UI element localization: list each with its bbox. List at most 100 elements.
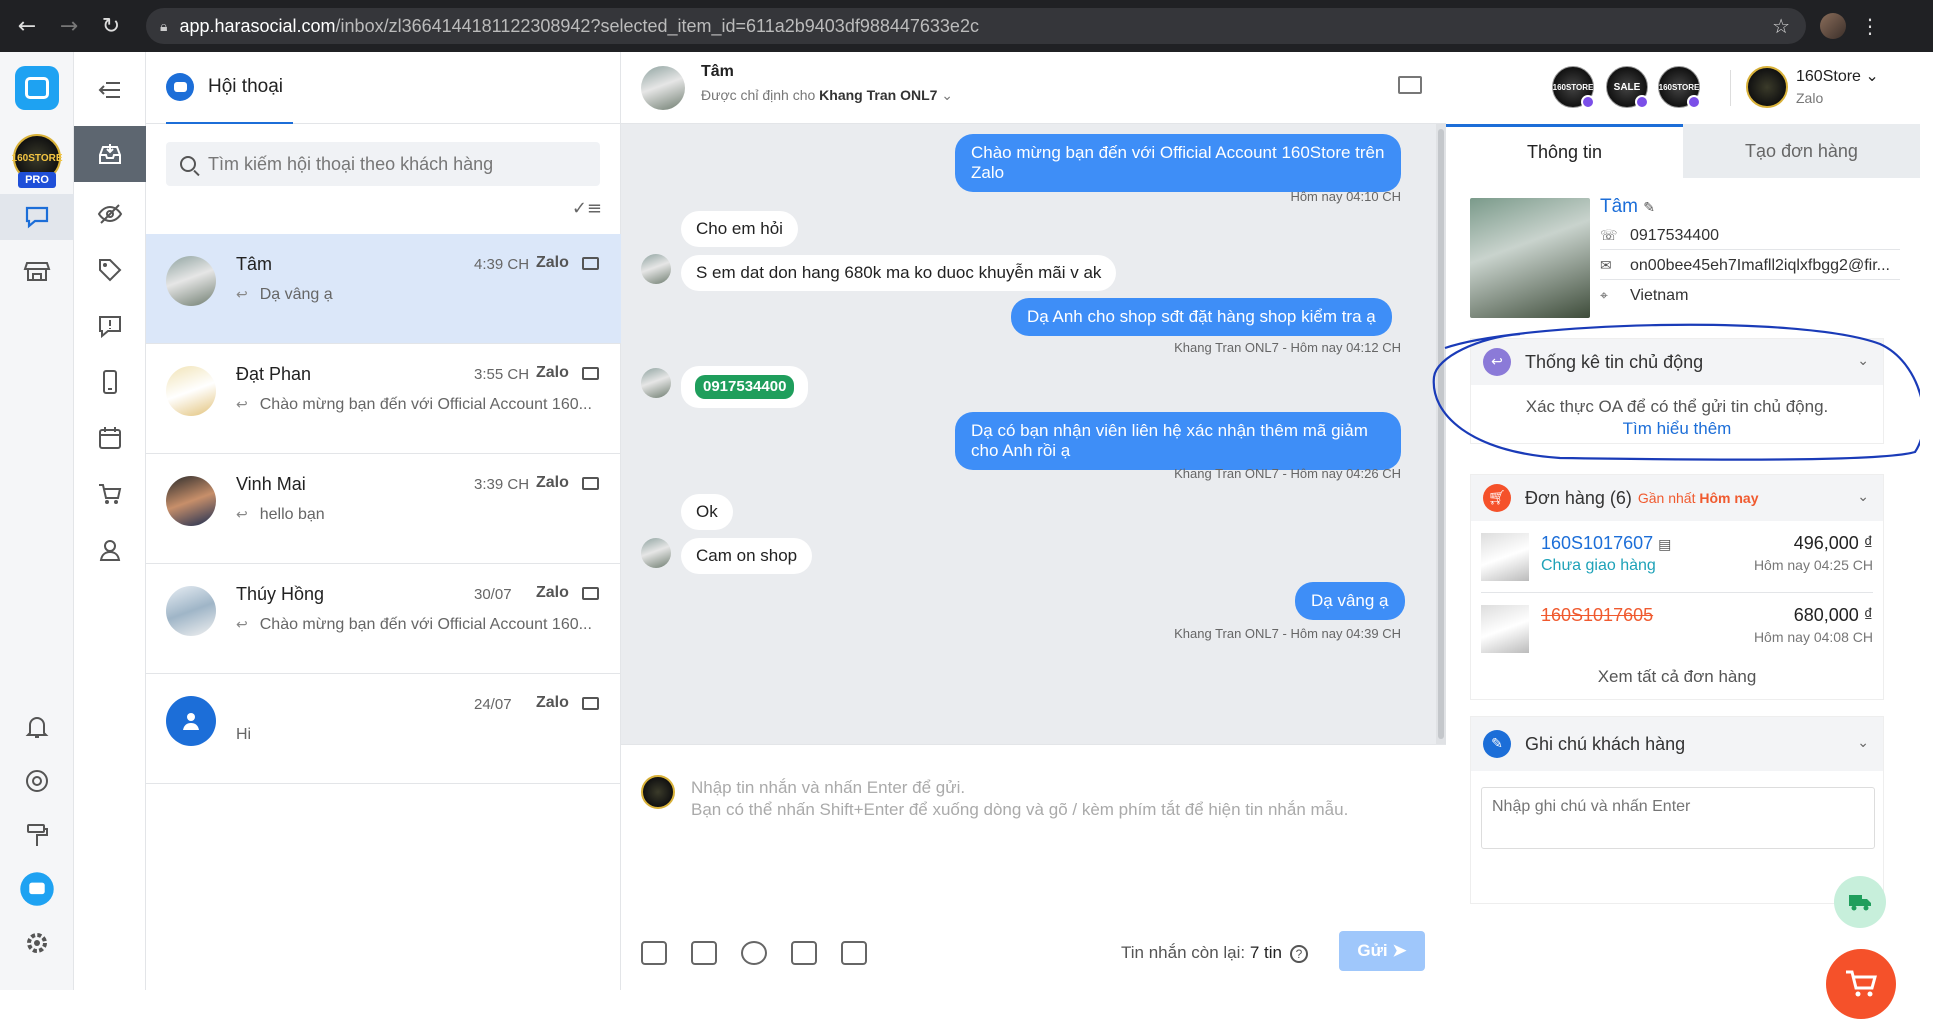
proactive-stats-header[interactable]: ↩ Thống kê tin chủ động ⌄ [1471, 339, 1883, 385]
proactive-stats-body: Xác thực OA để có thể gửi tin chủ động. [1525, 397, 1829, 416]
shopping-cart-icon[interactable] [74, 466, 146, 522]
forward-icon[interactable]: → [54, 11, 84, 41]
channel-label: 160STORE [1658, 82, 1700, 92]
orders-header[interactable]: 🛒︎ Đơn hàng (6) Gần nhất Hôm nay ⌄ [1471, 475, 1883, 521]
phone-number-chip[interactable]: 0917534400 [695, 375, 795, 399]
back-icon[interactable]: ← [12, 11, 42, 41]
envelope-icon [582, 257, 599, 270]
camera-icon[interactable] [641, 941, 667, 965]
customer-user-icon[interactable] [74, 522, 146, 578]
conversation-item[interactable]: Đạt Phan 3:55 CH Zalo ↩ Chào mừng bạn đến… [146, 344, 621, 454]
proactive-stats-card: ↩ Thống kê tin chủ động ⌄ Xác thực OA để… [1470, 338, 1884, 444]
envelope-icon [582, 697, 599, 710]
conversation-item[interactable]: 24/07 Zalo Hi [146, 674, 621, 784]
messenger-chat-icon[interactable] [0, 866, 74, 912]
edit-pencil-icon[interactable]: ✎ [1643, 200, 1655, 216]
image-gallery-icon[interactable] [841, 941, 867, 965]
remaining-label: Tin nhắn còn lại: [1121, 943, 1246, 962]
tab-info[interactable]: Thông tin [1446, 124, 1683, 178]
store-avatar[interactable] [1746, 66, 1788, 108]
channel-avatar[interactable]: 160STORE [1658, 66, 1701, 109]
report-comment-icon[interactable] [74, 298, 146, 354]
store-logo-text: 160STORE [11, 152, 63, 164]
notification-bell-icon[interactable] [0, 704, 74, 750]
conversation-search-input[interactable] [208, 153, 588, 175]
conversation-time: 30/07 [474, 586, 512, 603]
secondary-nav [74, 52, 146, 990]
store-nav-icon[interactable] [0, 248, 74, 294]
conversation-item[interactable]: Tâm 4:39 CH Zalo ↩ Dạ vâng ạ [146, 234, 621, 344]
channel-avatar[interactable]: SALE [1606, 66, 1649, 109]
orders-recent: Gần nhất Hôm nay [1638, 490, 1759, 506]
pencil-icon: ✎ [1483, 730, 1511, 758]
reload-icon[interactable]: ↻ [96, 11, 126, 41]
chevron-down-icon: ⌄ [1857, 353, 1869, 369]
envelope-icon [582, 367, 599, 380]
conversation-time: 4:39 CH [474, 256, 530, 273]
calendar-icon[interactable] [74, 410, 146, 466]
order-product-image [1481, 605, 1529, 653]
order-row[interactable]: 160S1017607 ▤ Chưa giao hàng 496,000 ₫ H… [1481, 521, 1873, 593]
tag-icon[interactable] [74, 242, 146, 298]
tab-create-order[interactable]: Tạo đơn hàng [1683, 124, 1920, 178]
order-code-text: 160S1017607 [1541, 533, 1654, 553]
customer-note-input[interactable] [1481, 787, 1875, 849]
orders-recent-prefix: Gần nhất [1637, 490, 1696, 506]
browser-menu-icon[interactable]: ⋮ [1860, 14, 1880, 38]
help-icon[interactable]: ? [1290, 945, 1308, 963]
conversation-source: Zalo [536, 254, 569, 271]
floating-cart-button[interactable] [1826, 949, 1896, 1019]
hidden-eye-icon[interactable] [74, 186, 146, 242]
order-row[interactable]: 160S1017605 680,000 ₫ Hôm nay 04:08 CH [1481, 593, 1873, 665]
store-switcher[interactable]: 160Store ⌄ [1796, 66, 1879, 86]
delivery-truck-button[interactable] [1834, 876, 1886, 928]
customer-name[interactable]: Tâm ✎ [1600, 196, 1655, 218]
mobile-phone-icon[interactable] [74, 354, 146, 410]
envelope-icon [582, 587, 599, 600]
paint-roller-icon[interactable] [0, 812, 74, 858]
message-scrollbar[interactable] [1436, 124, 1446, 744]
bookmark-star-icon[interactable]: ☆ [1772, 14, 1790, 39]
chat-nav-icon[interactable] [0, 194, 74, 240]
primary-nav: 160STORE PRO [0, 52, 74, 990]
quick-reply-icon[interactable] [791, 941, 817, 965]
conversation-name: Thúy Hồng [236, 584, 325, 604]
channel-avatar[interactable]: 160STORE [1552, 66, 1595, 109]
conversation-item[interactable]: Vinh Mai 3:39 CH Zalo ↩ hello bạn [146, 454, 621, 564]
collapse-menu-icon[interactable] [74, 62, 146, 118]
conversation-item[interactable]: Thúy Hồng 30/07 Zalo ↩ Chào mừng bạn đến … [146, 564, 621, 674]
address-bar[interactable]: 🔒︎ app.harasocial.com /inbox/zl366414418… [146, 8, 1806, 44]
support-lifebuoy-icon[interactable] [0, 758, 74, 804]
orders-title: Đơn hàng (6) [1525, 487, 1632, 508]
mail-icon[interactable] [1398, 76, 1422, 94]
browser-profile-avatar[interactable] [1820, 13, 1846, 39]
emoji-icon[interactable] [741, 941, 767, 965]
messenger-badge-icon [1687, 95, 1701, 109]
inbox-tray-icon[interactable] [74, 126, 146, 182]
contact-avatar[interactable] [641, 66, 685, 110]
message-meta: Khang Tran ONL7 - Hôm nay 04:39 CH [1174, 626, 1401, 641]
avatar [641, 538, 671, 568]
product-icon[interactable] [691, 941, 717, 965]
customer-notes-header[interactable]: ✎ Ghi chú khách hàng ⌄ [1471, 717, 1883, 771]
learn-more-link[interactable]: Tìm hiểu thêm [1471, 419, 1883, 439]
message-outgoing: Dạ vâng ạ [1295, 582, 1405, 620]
customer-country-text: Vietnam [1630, 287, 1689, 304]
send-button[interactable]: Gửi ➤ [1339, 931, 1425, 971]
order-code[interactable]: 160S1017607 ▤ [1541, 533, 1671, 554]
cart-icon: 🛒︎ [1483, 484, 1511, 512]
conversation-preview: ↩ Chào mừng bạn đến với Official Account … [236, 396, 608, 414]
app-logo-icon[interactable] [15, 66, 59, 110]
message-input[interactable]: Nhập tin nhắn và nhấn Enter để gửi. Bạn … [691, 777, 1411, 821]
message-meta: Khang Tran ONL7 - Hôm nay 04:12 CH [1174, 340, 1401, 355]
mark-all-read-icon[interactable]: ✓≡ [572, 198, 602, 219]
view-all-orders-link[interactable]: Xem tất cả đơn hàng [1471, 667, 1883, 687]
settings-gear-icon[interactable] [0, 920, 74, 966]
conversation-preview-text: Dạ vâng ạ [259, 286, 333, 303]
chevron-down-icon: ⌄ [1857, 735, 1869, 751]
conversation-name: Tâm [236, 254, 272, 274]
assigned-to[interactable]: Được chỉ định cho Khang Tran ONL7 ⌄ [701, 87, 953, 104]
order-code[interactable]: 160S1017605 [1541, 605, 1653, 626]
tab-conversations[interactable]: Hội thoại [166, 52, 293, 124]
conversation-search[interactable] [166, 142, 600, 186]
